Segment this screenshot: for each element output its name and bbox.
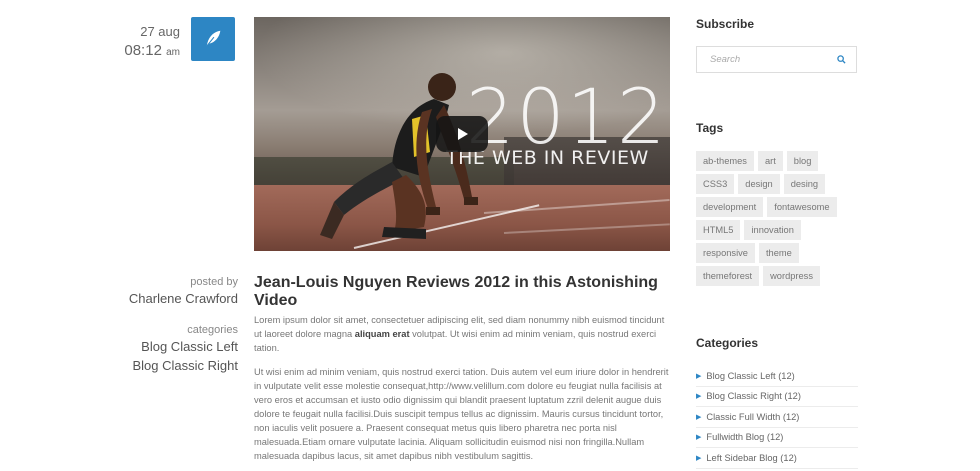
post-author-link[interactable]: Charlene Crawford [110,290,238,307]
categories-heading: Categories [696,336,759,350]
tag-link[interactable]: ab-themes [696,151,754,171]
post-date: 27 aug 08:12 am [110,24,180,59]
triangle-right-icon: ▶ [696,434,702,442]
triangle-right-icon: ▶ [696,413,702,421]
category-item[interactable]: ▶ Left Sidebar Blog (12) [696,448,858,469]
play-button[interactable] [436,116,488,152]
tag-link[interactable]: responsive [696,243,755,263]
category-item[interactable]: ▶ Blog Classic Right (12) [696,387,858,407]
post-paragraph: Ut wisi enim ad minim veniam, quis nostr… [254,367,669,461]
tag-link[interactable]: wordpress [763,266,820,286]
post-category-link[interactable]: Blog Classic Right [110,357,239,374]
posted-by-label: posted by [190,276,238,288]
tag-link[interactable]: design [738,174,780,194]
tag-link[interactable]: theme [758,243,799,263]
tag-link[interactable]: art [757,151,783,171]
subscribe-heading: Subscribe [696,17,755,31]
post-paragraph-bold: aliquam erat [354,329,410,339]
category-item[interactable]: ▶ Fullwidth Blog (12) [696,428,858,448]
post-day: 27 aug [140,24,180,39]
category-item[interactable]: ▶ Classic Full Width (12) [696,407,858,428]
triangle-right-icon: ▶ [696,372,702,380]
category-item-label[interactable]: Classic Full Width (12) [706,412,799,422]
tag-link[interactable]: CSS3 [696,174,735,194]
tag-link[interactable]: desing [783,174,826,194]
tag-link[interactable]: HTML5 [696,220,741,240]
post-format-badge[interactable] [191,17,235,61]
featured-video[interactable]: 2012 THE WEB IN REVIEW [254,17,670,251]
tags-heading: Tags [696,121,724,135]
post-paragraph: Lorem ipsum dolor sit amet, consectetuer… [254,313,672,355]
video-overlay-year: 2012 [466,72,668,161]
post-time-value: 08:12 [124,42,162,59]
post-body: Lorem ipsum dolor sit amet, consectetuer… [254,313,672,471]
search-box[interactable] [696,46,857,73]
tag-link[interactable]: innovation [744,220,801,240]
tag-cloud: ab-themes art blog CSS3 design desing de… [696,151,858,286]
post-byline: posted by Charlene Crawford categories B… [110,276,238,374]
category-item-label[interactable]: Fullwidth Blog (12) [706,432,783,442]
tag-link[interactable]: fontawesome [767,197,837,217]
triangle-right-icon: ▶ [696,454,702,462]
quill-pen-icon [206,30,221,47]
post-category-link[interactable]: Blog Classic Left [110,338,238,355]
search-input[interactable] [710,54,820,65]
category-item[interactable]: ▶ Blog Classic Left (12) [696,366,858,387]
tag-link[interactable]: blog [786,151,819,171]
post-time-ampm: am [166,47,180,58]
category-item-label[interactable]: Left Sidebar Blog (12) [706,453,796,463]
play-icon [458,128,468,140]
category-item-label[interactable]: Blog Classic Left (12) [706,371,794,381]
categories-label: categories [187,324,238,336]
category-list: ▶ Blog Classic Left (12) ▶ Blog Classic Ri… [696,366,858,469]
triangle-right-icon: ▶ [696,393,702,401]
post-title[interactable]: Jean-Louis Nguyen Reviews 2012 in this A… [254,274,674,310]
search-icon[interactable] [837,55,846,64]
tag-link[interactable]: development [696,197,764,217]
tag-link[interactable]: themeforest [696,266,760,286]
category-item-label[interactable]: Blog Classic Right (12) [706,391,801,401]
post-time: 08:12 am [110,42,180,59]
